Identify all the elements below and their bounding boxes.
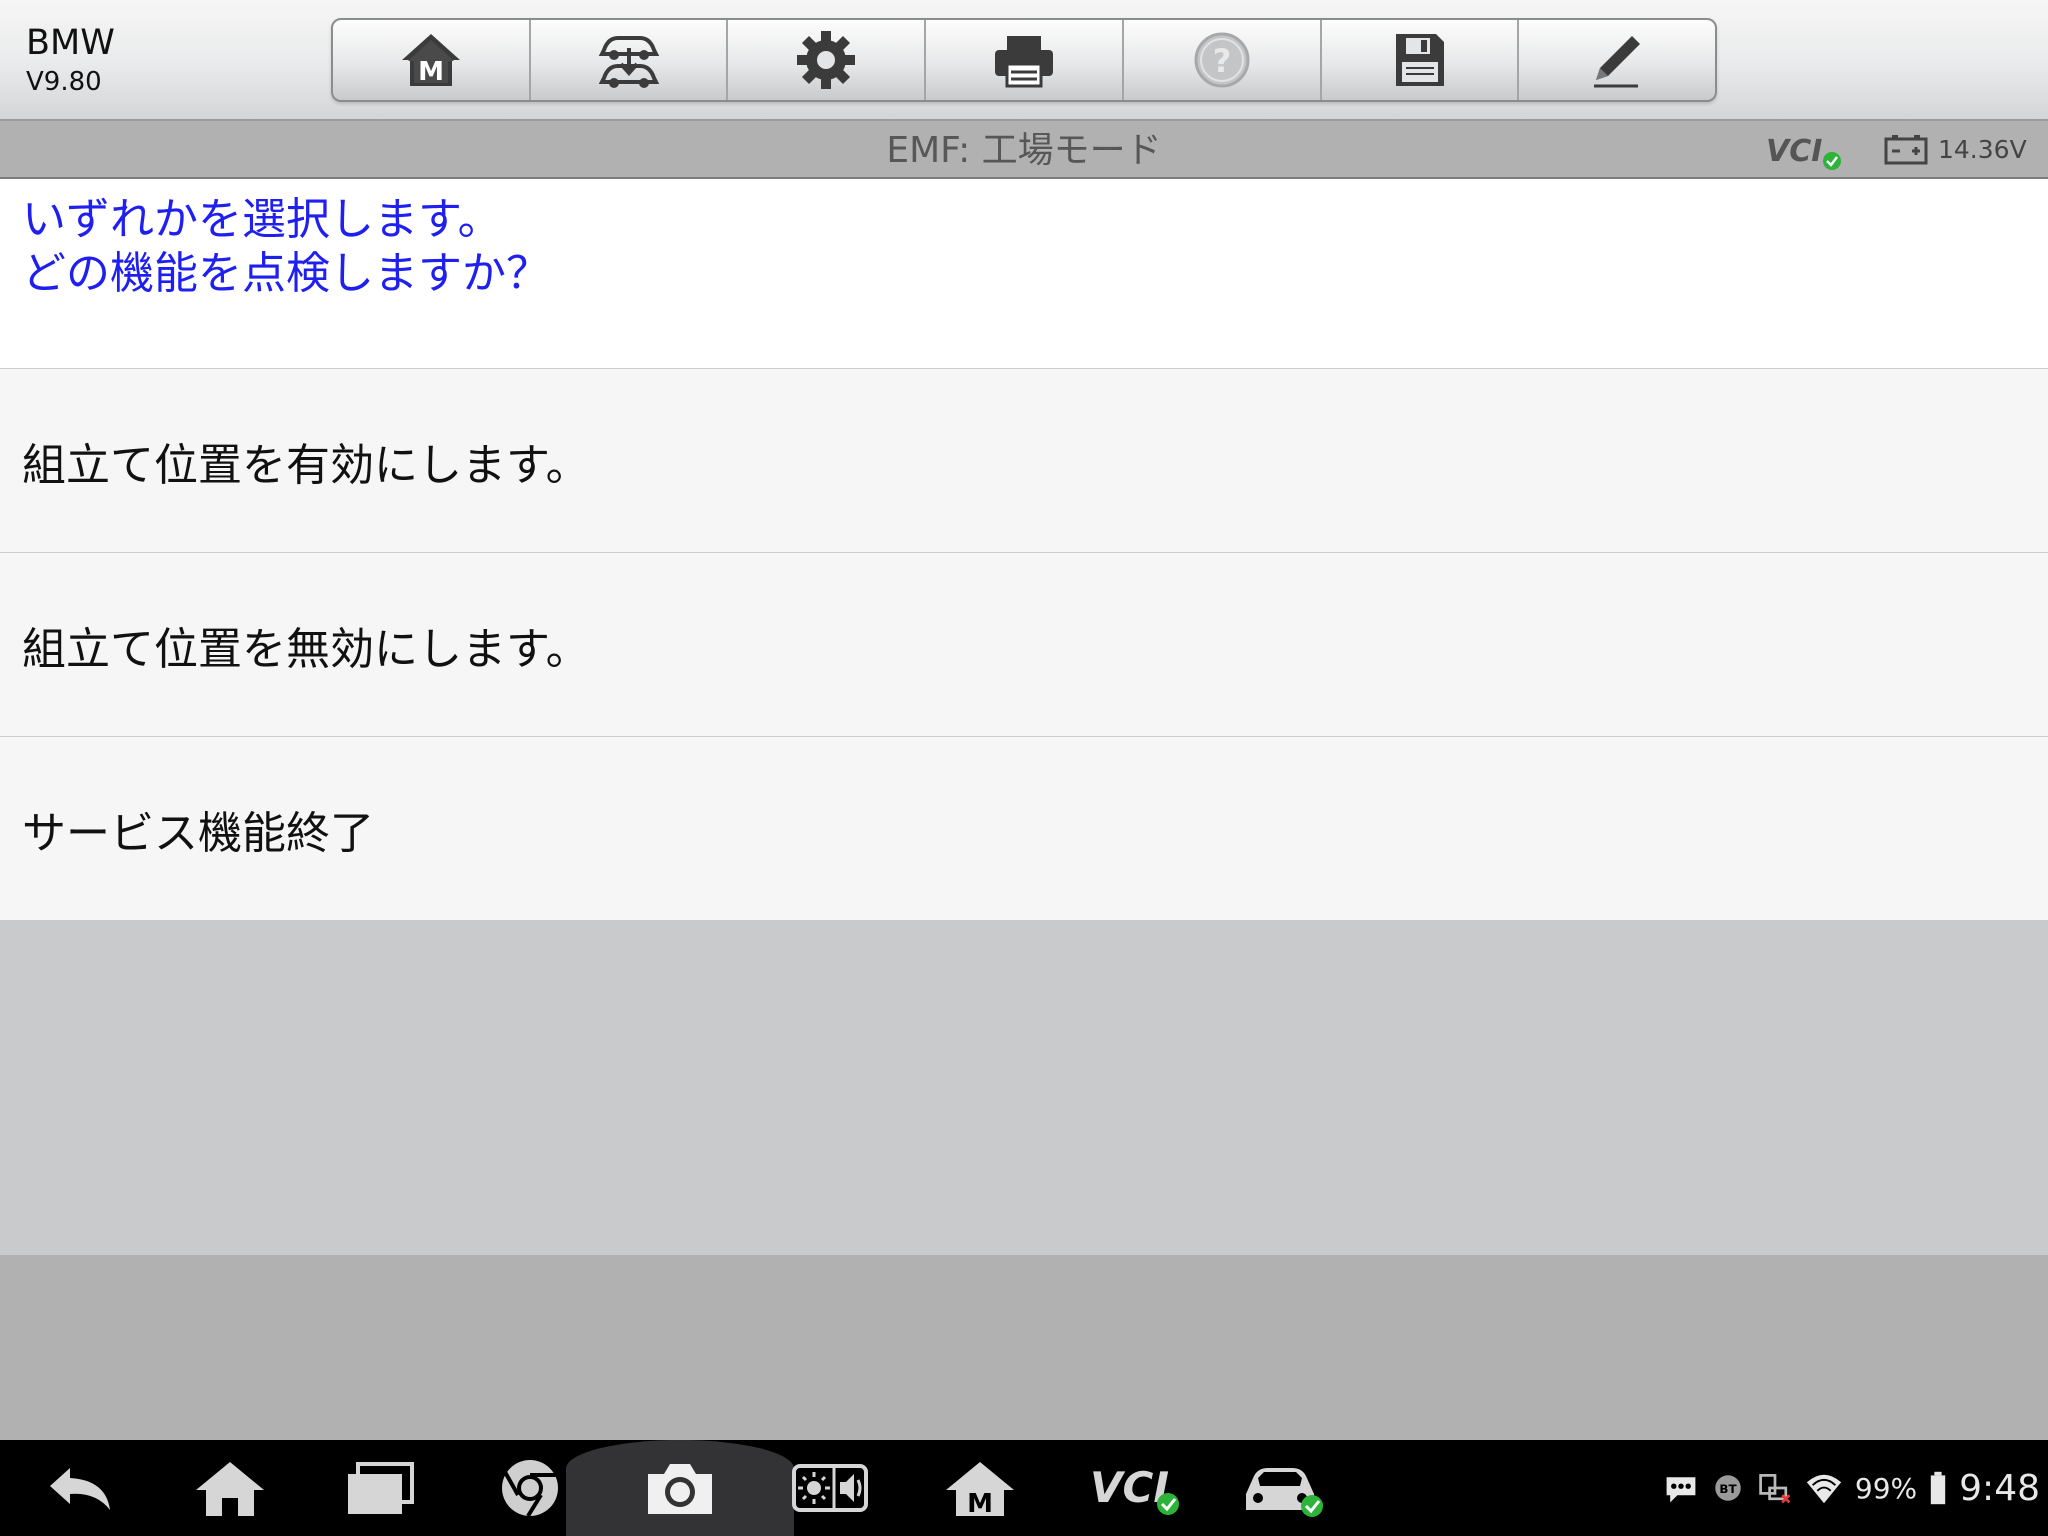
home-m-icon: M <box>401 34 460 87</box>
clock: 9:48 <box>1959 1467 2040 1509</box>
svg-text:BT: BT <box>1719 1482 1737 1496</box>
save-button[interactable] <box>1322 20 1520 100</box>
nav-recents-button[interactable] <box>340 1456 420 1520</box>
chrome-icon <box>502 1460 558 1518</box>
vci-connection-icon: VCI <box>1766 134 1841 170</box>
svg-text:?: ? <box>1212 42 1231 80</box>
system-nav-bar: M VCI BT 99% 9:48 <box>0 1440 2048 1536</box>
app-name: BMW <box>26 23 115 63</box>
nav-home-button[interactable] <box>190 1456 270 1520</box>
nav-maxisys-home-button[interactable]: M <box>940 1456 1020 1520</box>
vehicle-swap-icon <box>598 36 659 88</box>
svg-text:M: M <box>418 57 444 87</box>
main-toolbar: M ? <box>331 18 1717 102</box>
car-battery-icon <box>1884 135 1928 165</box>
home-icon <box>196 1462 264 1516</box>
app-version: V9.80 <box>26 67 102 97</box>
vci-status-icon: VCI <box>1090 1463 1179 1515</box>
nav-screenshot-button[interactable] <box>640 1456 720 1520</box>
battery-icon <box>1930 1471 1946 1505</box>
function-header: EMF: 工場モード VCI 14.36V <box>0 121 2048 179</box>
brightness-volume-icon <box>792 1464 868 1512</box>
nav-back-button[interactable] <box>40 1456 120 1520</box>
network-disconnected-icon <box>1759 1474 1791 1504</box>
nav-vci-button[interactable]: VCI <box>1090 1456 1190 1520</box>
edit-button[interactable] <box>1519 20 1715 100</box>
printer-icon <box>995 36 1054 88</box>
back-arrow-icon <box>50 1468 110 1510</box>
gear-icon <box>797 31 856 89</box>
nav-vehicle-button[interactable] <box>1240 1456 1330 1520</box>
wifi-icon <box>1806 1474 1842 1504</box>
function-content: いずれかを選択します。 どの機能を点検しますか？ 組立て位置を有効にします。 組… <box>0 179 2048 921</box>
nav-brightness-volume-button[interactable] <box>790 1456 870 1520</box>
home-button[interactable]: M <box>333 20 531 100</box>
page-title: EMF: 工場モード <box>886 130 1162 171</box>
nav-browser-button[interactable] <box>490 1456 570 1520</box>
camera-icon <box>648 1464 712 1514</box>
maxisys-home-icon: M <box>946 1462 1014 1519</box>
option-exit-service-function[interactable]: サービス機能終了 <box>0 737 2048 921</box>
battery-voltage: 14.36V <box>1938 134 2027 164</box>
screen: BMW V9.80 M ? EMF: 工場モード VCI 14.36V いずれか… <box>0 0 2048 1536</box>
status-area: BT 99% 9:48 <box>1663 1440 2040 1536</box>
svg-text:M: M <box>967 1489 993 1519</box>
option-disable-assembly-position[interactable]: 組立て位置を無効にします。 <box>0 553 2048 737</box>
car-status-icon <box>1246 1468 1323 1517</box>
svg-text:VCI: VCI <box>1766 134 1822 169</box>
prompt-line-2: どの機能を点検しますか？ <box>22 248 550 299</box>
vehicle-swap-button[interactable] <box>531 20 729 100</box>
function-footer <box>0 1257 2048 1440</box>
help-icon: ? <box>1194 32 1250 88</box>
app-identity: BMW V9.80 <box>26 22 115 100</box>
selection-prompt: いずれかを選択します。 どの機能を点検しますか？ <box>0 179 2048 369</box>
prompt-line-1: いずれかを選択します。 <box>22 194 502 245</box>
battery-voltage-block: 14.36V <box>1884 133 2027 165</box>
print-button[interactable] <box>926 20 1124 100</box>
help-button[interactable]: ? <box>1124 20 1322 100</box>
recent-apps-icon <box>348 1462 414 1514</box>
bluetooth-badge-icon: BT <box>1715 1475 1741 1501</box>
option-enable-assembly-position[interactable]: 組立て位置を有効にします。 <box>0 369 2048 553</box>
pencil-icon <box>1594 36 1641 88</box>
save-icon <box>1396 34 1445 86</box>
battery-percentage: 99% <box>1854 1471 1918 1505</box>
message-icon <box>1666 1477 1696 1503</box>
settings-button[interactable] <box>728 20 927 100</box>
top-bar: BMW V9.80 M ? <box>0 0 2048 121</box>
empty-list-area <box>0 920 2048 1257</box>
